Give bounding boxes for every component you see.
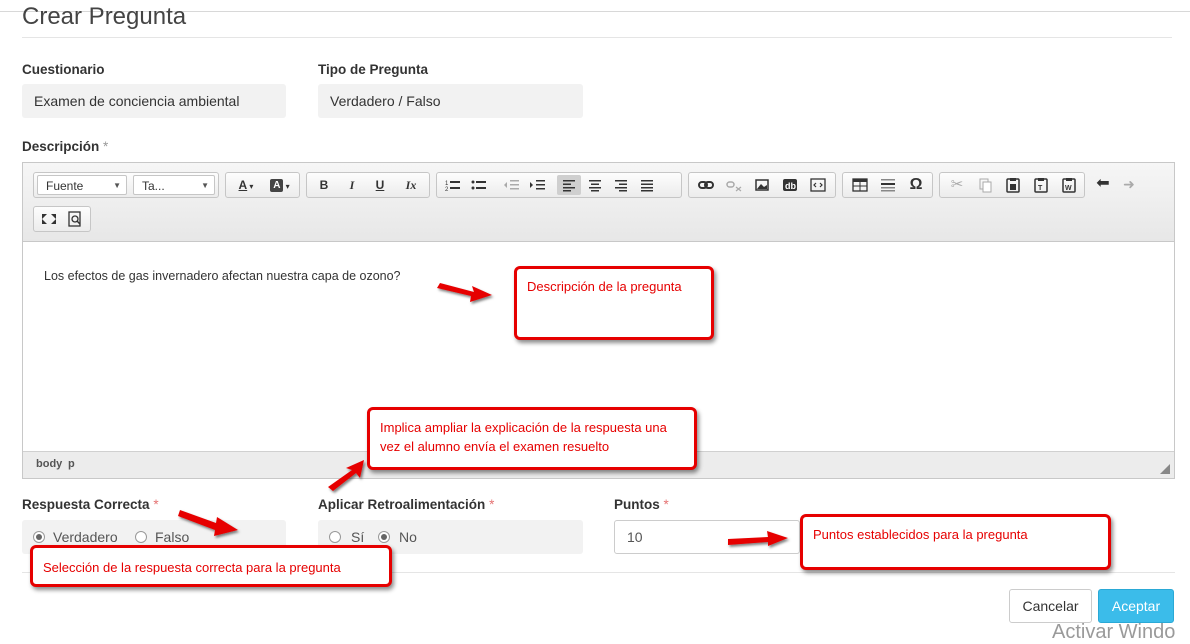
arrow-right-icon: [728, 531, 788, 546]
arrow-right-icon: [437, 283, 492, 302]
arrow-down-right-icon: [178, 510, 238, 536]
arrow-up-icon: [328, 460, 364, 491]
annotation-arrows: [178, 283, 788, 546]
